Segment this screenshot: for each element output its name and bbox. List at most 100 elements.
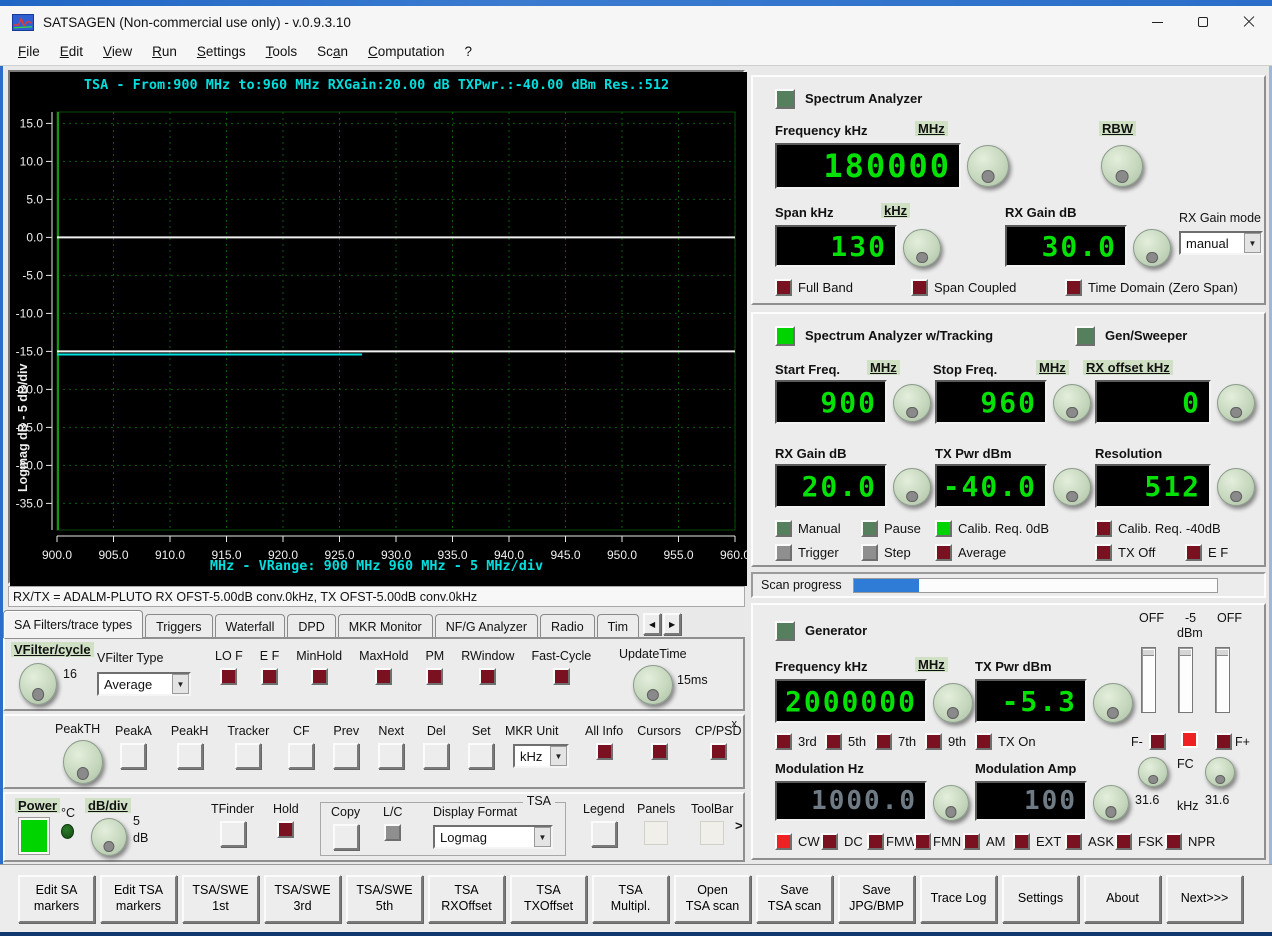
power-button[interactable] — [19, 818, 49, 854]
menu-tools[interactable]: Tools — [256, 40, 308, 63]
tab-scroll-right-icon[interactable]: ▶ — [663, 613, 681, 635]
tab-time[interactable]: Tim — [597, 614, 639, 638]
tab-scroll-left-icon[interactable]: ◀ — [643, 613, 661, 635]
trigger-checkbox[interactable] — [775, 544, 792, 561]
tab-mkr-monitor[interactable]: MKR Monitor — [338, 614, 433, 638]
toolbar-button[interactable] — [700, 821, 724, 845]
peak-th-knob[interactable] — [63, 740, 103, 784]
panels-button[interactable] — [644, 821, 668, 845]
tab-radio[interactable]: Radio — [540, 614, 595, 638]
db-div-knob[interactable] — [91, 818, 127, 856]
sa-mhz-unit-label[interactable]: MHz — [915, 121, 948, 136]
del-button[interactable] — [423, 743, 449, 769]
ef-tracking-check[interactable]: E F — [1185, 544, 1228, 561]
npr-checkbox[interactable] — [1165, 833, 1182, 850]
ask-checkbox[interactable] — [1065, 833, 1082, 850]
generator-enable-checkbox[interactable] — [775, 621, 795, 641]
f-plus-checkbox[interactable] — [1215, 733, 1232, 750]
hold-checkbox[interactable] — [277, 821, 294, 838]
tsa-txoffset-button[interactable]: TSA TXOffset — [510, 875, 587, 923]
cursors-group[interactable]: Cursors — [637, 724, 681, 760]
next-button-toolbar[interactable]: Next>>> — [1166, 875, 1243, 923]
filter-check-minhold[interactable]: MinHold — [296, 649, 342, 685]
sa-frequency-knob[interactable] — [967, 145, 1009, 187]
sa-rx-gain-knob[interactable] — [1133, 229, 1171, 267]
minimize-button[interactable] — [1134, 6, 1180, 38]
trace-log-button[interactable]: Trace Log — [920, 875, 997, 923]
menu-view[interactable]: View — [93, 40, 142, 63]
tsa-swe-3rd-button[interactable]: TSA/SWE 3rd — [264, 875, 341, 923]
span-coupled-checkbox[interactable] — [911, 279, 928, 296]
tab-dpd[interactable]: DPD — [287, 614, 335, 638]
lc-checkbox[interactable] — [384, 824, 401, 841]
full-band-checkbox[interactable] — [775, 279, 792, 296]
tsa-swe-5th-button[interactable]: TSA/SWE 5th — [346, 875, 423, 923]
tx-on-checkbox[interactable] — [975, 733, 992, 750]
cf-button[interactable] — [288, 743, 314, 769]
fmn-checkbox[interactable] — [914, 833, 931, 850]
edit-sa-markers-button[interactable]: Edit SA markers — [18, 875, 95, 923]
mode-fsk-check[interactable]: FSK — [1115, 833, 1163, 850]
harmonic-5th-check[interactable]: 5th — [825, 733, 866, 750]
peakh-button[interactable] — [177, 743, 203, 769]
mode-ask-check[interactable]: ASK — [1065, 833, 1114, 850]
calib-0db-check[interactable]: Calib. Req. 0dB — [935, 520, 1049, 537]
step-checkbox[interactable] — [861, 544, 878, 561]
ext-checkbox[interactable] — [1013, 833, 1030, 850]
step-check[interactable]: Step — [861, 544, 911, 561]
ef-tracking-checkbox[interactable] — [1185, 544, 1202, 561]
edit-tsa-markers-button[interactable]: Edit TSA markers — [100, 875, 177, 923]
average-check[interactable]: Average — [935, 544, 1006, 561]
harmonic-3rd-checkbox[interactable] — [775, 733, 792, 750]
harmonic-7th-check[interactable]: 7th — [875, 733, 916, 750]
pause-checkbox[interactable] — [861, 520, 878, 537]
tx-on-check[interactable]: TX On — [975, 733, 1036, 750]
panel-corner-x[interactable]: x — [732, 718, 738, 730]
ef-checkbox[interactable] — [261, 668, 278, 685]
next-button[interactable] — [378, 743, 404, 769]
stop-freq-unit-label[interactable]: MHz — [1036, 360, 1069, 375]
tsa-multipl-button[interactable]: TSA Multipl. — [592, 875, 669, 923]
start-freq-unit-label[interactable]: MHz — [867, 360, 900, 375]
time-domain-check[interactable]: Time Domain (Zero Span) — [1065, 279, 1238, 296]
f-plus-knob[interactable] — [1205, 757, 1235, 787]
display-format-dropdown[interactable]: Logmag▼ — [433, 825, 553, 849]
settings-button[interactable]: Settings — [1002, 875, 1079, 923]
cp-psd-checkbox[interactable] — [710, 743, 727, 760]
menu-help[interactable]: ? — [455, 40, 483, 63]
tfinder-button[interactable] — [220, 821, 246, 847]
span-coupled-check[interactable]: Span Coupled — [911, 279, 1016, 296]
save-tsa-scan-button[interactable]: Save TSA scan — [756, 875, 833, 923]
gen-level-slider-2[interactable] — [1178, 647, 1193, 713]
maxhold-checkbox[interactable] — [375, 668, 392, 685]
harmonic-7th-checkbox[interactable] — [875, 733, 892, 750]
mode-npr-check[interactable]: NPR — [1165, 833, 1215, 850]
tab-nfg-analyzer[interactable]: NF/G Analyzer — [435, 614, 538, 638]
tx-off-check[interactable]: TX Off — [1095, 544, 1155, 561]
lof-checkbox[interactable] — [220, 668, 237, 685]
mode-fmn-check[interactable]: FMN — [914, 833, 961, 850]
tsa-swe-1st-button[interactable]: TSA/SWE 1st — [182, 875, 259, 923]
f-minus-checkbox[interactable] — [1149, 733, 1166, 750]
gen-frequency-knob[interactable] — [933, 683, 973, 723]
mode-dc-check[interactable]: DC — [821, 833, 863, 850]
mode-fmw-check[interactable]: FMW — [867, 833, 917, 850]
harmonic-9th-checkbox[interactable] — [925, 733, 942, 750]
peaka-button[interactable] — [120, 743, 146, 769]
gen-tx-pwr-knob[interactable] — [1093, 683, 1133, 723]
modulation-hz-knob[interactable] — [933, 785, 969, 821]
cw-checkbox[interactable] — [775, 833, 792, 850]
gen-level-slider-3[interactable] — [1215, 647, 1230, 713]
filter-check-ef[interactable]: E F — [260, 649, 279, 685]
harmonic-3rd-check[interactable]: 3rd — [775, 733, 817, 750]
vfilter-cycle-knob[interactable] — [19, 663, 57, 705]
tx-pwr-knob[interactable] — [1053, 468, 1091, 506]
resolution-knob[interactable] — [1217, 468, 1255, 506]
f-minus-knob[interactable] — [1138, 757, 1168, 787]
mode-cw-check[interactable]: CW — [775, 833, 820, 850]
fastcycle-checkbox[interactable] — [553, 668, 570, 685]
copy-button[interactable] — [333, 824, 359, 850]
time-domain-checkbox[interactable] — [1065, 279, 1082, 296]
filter-check-pm[interactable]: PM — [425, 649, 444, 685]
vfilter-cycle-label[interactable]: VFilter/cycle — [11, 642, 94, 657]
